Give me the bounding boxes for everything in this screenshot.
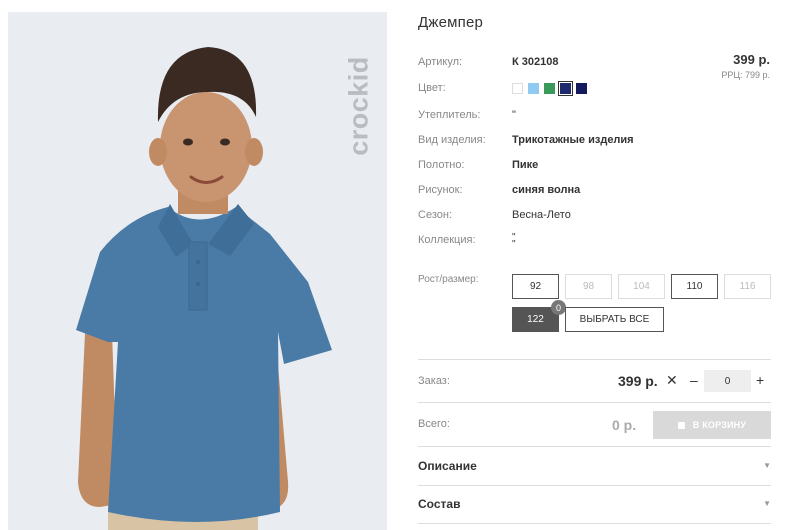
attr-value: " " xyxy=(512,232,516,250)
divider xyxy=(418,485,771,486)
size-option-98[interactable]: 98 xyxy=(565,274,612,299)
brand-watermark: crockid xyxy=(343,56,374,156)
dark-navy-swatch[interactable] xyxy=(576,83,587,94)
attr-value: К 302108 xyxy=(512,56,559,68)
total-value: 0 р. xyxy=(612,417,637,433)
accordion-label: Описание xyxy=(418,459,477,473)
shopping-bag-icon xyxy=(677,421,685,429)
attr-label: Цвет: xyxy=(418,82,446,94)
total-label: Всего: xyxy=(418,418,450,430)
attr-article: Артикул: К 302108 xyxy=(418,56,778,72)
accordion-label: Состав xyxy=(418,497,461,511)
divider xyxy=(418,402,771,403)
white-swatch[interactable] xyxy=(512,83,523,94)
light-blue-swatch[interactable] xyxy=(528,83,539,94)
attr-type: Вид изделия: Трикотажные изделия xyxy=(418,134,778,150)
attr-value: " xyxy=(512,109,516,121)
attr-label: Артикул: xyxy=(418,56,463,68)
divider xyxy=(418,446,771,447)
accordion-composition[interactable]: Состав ▼ xyxy=(418,497,771,517)
child-model-illustration xyxy=(76,47,332,530)
size-count-badge: 0 xyxy=(551,300,566,315)
add-to-cart-button[interactable]: В КОРЗИНУ xyxy=(653,411,771,439)
navy-swatch[interactable] xyxy=(558,81,573,96)
attr-color: Цвет: xyxy=(418,82,778,98)
select-all-sizes-button[interactable]: ВЫБРАТЬ ВСЕ xyxy=(565,307,664,332)
attr-label: Рисунок: xyxy=(418,184,463,196)
attr-label: Сезон: xyxy=(418,209,452,221)
attr-fabric: Полотно: Пике xyxy=(418,159,778,175)
increase-quantity-button[interactable]: + xyxy=(756,372,764,388)
attr-collection: Коллекция: " " xyxy=(418,232,778,256)
attr-label: Коллекция: xyxy=(418,234,476,246)
chevron-down-icon: ▼ xyxy=(763,461,771,470)
attr-value: Весна-Лето xyxy=(512,209,571,221)
quantity-input[interactable] xyxy=(704,370,751,392)
product-photo[interactable]: crockid xyxy=(8,12,387,530)
attr-season: Сезон: Весна-Лето xyxy=(418,209,778,225)
decrease-quantity-button[interactable]: – xyxy=(690,372,698,388)
size-option-116[interactable]: 116 xyxy=(724,274,771,299)
divider xyxy=(418,523,771,524)
attr-label: Вид изделия: xyxy=(418,134,486,146)
attr-label: Утеплитель: xyxy=(418,109,481,121)
accordion-description[interactable]: Описание ▼ xyxy=(418,459,771,479)
order-unit-price: 399 р. xyxy=(618,373,658,389)
green-swatch[interactable] xyxy=(544,83,555,94)
order-label: Заказ: xyxy=(418,375,450,387)
attr-label: Полотно: xyxy=(418,159,465,171)
product-title: Джемпер xyxy=(418,14,484,31)
size-option-104[interactable]: 104 xyxy=(618,274,665,299)
attr-value: синяя волна xyxy=(512,184,581,196)
multiply-icon: ✕ xyxy=(666,372,678,388)
size-option-92[interactable]: 92 xyxy=(512,274,559,299)
size-label: Рост/размер: xyxy=(418,274,479,285)
add-to-cart-label: В КОРЗИНУ xyxy=(692,420,747,430)
attr-value: Трикотажные изделия xyxy=(512,134,634,146)
attr-value: Пике xyxy=(512,159,539,171)
divider xyxy=(418,359,771,360)
size-option-110[interactable]: 110 xyxy=(671,274,718,299)
attr-pattern: Рисунок: синяя волна xyxy=(418,184,778,200)
attr-insulation: Утеплитель: " xyxy=(418,109,778,125)
chevron-down-icon: ▼ xyxy=(763,499,771,508)
